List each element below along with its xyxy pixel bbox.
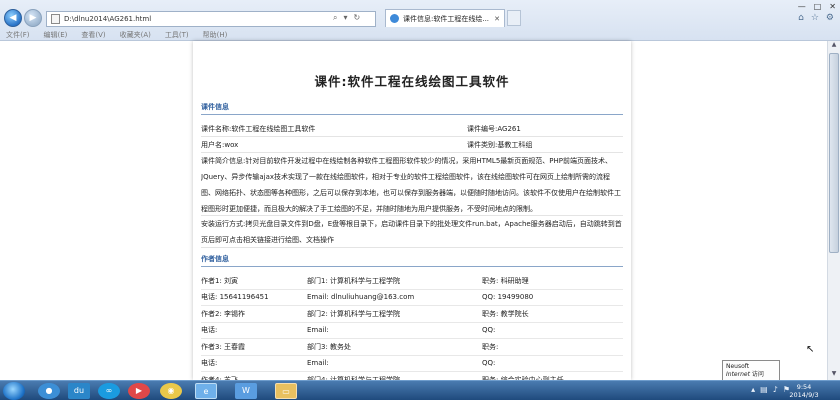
author-email: Email:	[307, 326, 329, 335]
course-category: 课件类别:基教工科组	[467, 140, 533, 149]
menu-help[interactable]: 帮助(H)	[203, 30, 228, 41]
address-bar[interactable]: D:\dlnu2014\AG261.html	[46, 11, 376, 27]
author-dept: 部门3: 教务处	[307, 342, 352, 351]
close-window-button[interactable]: ✕	[829, 2, 836, 11]
tray-tooltip: Neusoft Internet 访问	[722, 360, 780, 381]
vertical-scrollbar[interactable]: ▲ ▼	[827, 41, 840, 380]
scroll-down-icon[interactable]: ▼	[828, 370, 840, 380]
word-icon[interactable]: W	[235, 383, 257, 399]
tab-close-icon[interactable]: ✕	[494, 15, 500, 23]
toolbar-icons: ⌂ ☆ ⚙	[798, 13, 834, 23]
tools-gear-icon[interactable]: ⚙	[826, 13, 834, 23]
favorites-star-icon[interactable]: ☆	[811, 13, 819, 23]
course-intro: 课件简介信息:针对目前软件开发过程中在线绘制各种软件工程图形软件较少的情况，采用…	[201, 153, 623, 216]
install-method: 安装运行方式:拷贝光盘目录文件到D盘，E盘等根目录下，启动课件目录下的批处理文件…	[201, 216, 623, 248]
info-row: 用户名:wox 课件类别:基教工科组	[201, 137, 623, 153]
author-email: Email: dlnuliuhuang@163.com	[307, 293, 415, 302]
author-name: 作者3: 王春霞	[201, 342, 246, 351]
page-title: 课件:软件工程在线绘图工具软件	[314, 74, 510, 89]
system-clock[interactable]: 9:54 2014/9/3	[780, 383, 828, 399]
menu-edit[interactable]: 编辑(E)	[44, 30, 68, 41]
author-row: 作者2: 李锡祚 部门2: 计算机科学与工程学院 职务: 教学院长	[201, 306, 623, 323]
refresh-icon[interactable]: ↻	[354, 13, 361, 23]
forward-button[interactable]: ▶	[24, 9, 42, 27]
course-code: 课件编号:AG261	[467, 124, 521, 133]
network-icon[interactable]: ∞	[98, 383, 120, 399]
address-tools: ⌕ ▾ ↻	[333, 13, 360, 23]
author-qq: QQ:	[482, 326, 496, 335]
start-button[interactable]	[3, 382, 25, 400]
author-row: 作者1: 刘寅 部门1: 计算机科学与工程学院 职务: 科研助理	[201, 273, 623, 290]
browser-chrome: ◀ ▶ D:\dlnu2014\AG261.html ⌕ ▾ ↻ 课件信息:软件…	[0, 0, 840, 41]
volume-icon[interactable]: ♪	[773, 385, 778, 394]
internet-explorer-icon[interactable]: e	[195, 383, 217, 399]
author-contact-row: 电话: 15641196451 Email: dlnuliuhuang@163.…	[201, 290, 623, 306]
menu-bar: 文件(F) 编辑(E) 查看(V) 收藏夹(A) 工具(T) 帮助(H)	[0, 30, 227, 41]
author-qq: QQ: 19499080	[482, 293, 534, 302]
menu-tools[interactable]: 工具(T)	[165, 30, 189, 41]
author-phone: 电话: 15641196451	[201, 293, 269, 302]
address-url: D:\dlnu2014\AG261.html	[64, 15, 152, 23]
folder-icon[interactable]: ▭	[275, 383, 297, 399]
author-title: 职务: 科研助理	[482, 276, 529, 285]
author-row: 作者3: 王春霞 部门3: 教务处 职务:	[201, 339, 623, 356]
page-icon	[51, 14, 60, 24]
maximize-button[interactable]: □	[814, 2, 822, 11]
new-tab-button[interactable]	[507, 10, 521, 26]
clock-time: 9:54	[796, 383, 812, 391]
tab-title: 课件信息:软件工程在线绘...	[403, 14, 490, 23]
course-info-heading: 课件信息	[201, 103, 229, 111]
tooltip-title: Neusoft	[726, 363, 750, 370]
chrome-icon[interactable]: ◉	[160, 383, 182, 399]
tray-arrow-icon[interactable]: ▴	[751, 385, 755, 394]
course-user: 用户名:wox	[201, 140, 239, 149]
author-contact-row: 电话: Email: QQ:	[201, 323, 623, 339]
search-icon[interactable]: ⌕	[333, 13, 337, 23]
minimize-button[interactable]: —	[798, 2, 806, 11]
author-title: 职务: 教学院长	[482, 309, 529, 318]
scrollbar-thumb[interactable]	[829, 53, 839, 253]
author-dept: 部门2: 计算机科学与工程学院	[307, 309, 401, 318]
menu-view[interactable]: 查看(V)	[81, 30, 105, 41]
baidu-icon[interactable]: du	[68, 383, 90, 399]
menu-favorites[interactable]: 收藏夹(A)	[120, 30, 151, 41]
author-contact-row: 电话: Email: QQ:	[201, 356, 623, 372]
author-qq: QQ:	[482, 359, 496, 368]
tooltip-status: Internet 访问	[726, 371, 764, 378]
author-email: Email:	[307, 359, 329, 368]
user-icon[interactable]: ●	[38, 383, 60, 399]
author-phone: 电话:	[201, 326, 218, 335]
clock-date: 2014/9/3	[789, 391, 819, 399]
author-phone: 电话:	[201, 359, 218, 368]
section-divider	[201, 114, 623, 115]
network-status-icon[interactable]: ▤	[760, 385, 768, 394]
page-viewport: 课件:软件工程在线绘图工具软件 课件信息 课件名称:软件工程在线绘图工具软件 课…	[0, 41, 840, 389]
mouse-cursor-icon: ↖	[806, 344, 815, 355]
info-row: 课件名称:软件工程在线绘图工具软件 课件编号:AG261	[201, 121, 623, 137]
author-info-heading: 作者信息	[201, 255, 229, 263]
window-controls: — □ ✕	[798, 2, 836, 11]
section-divider	[201, 266, 623, 267]
browser-tab[interactable]: 课件信息:软件工程在线绘... ✕	[385, 9, 505, 27]
scroll-up-icon[interactable]: ▲	[828, 41, 840, 51]
dropdown-icon[interactable]: ▾	[343, 13, 347, 23]
author-title: 职务:	[482, 342, 499, 351]
author-dept: 部门1: 计算机科学与工程学院	[307, 276, 401, 285]
author-name: 作者2: 李锡祚	[201, 309, 246, 318]
course-page: 课件:软件工程在线绘图工具软件 课件信息 课件名称:软件工程在线绘图工具软件 课…	[193, 41, 631, 389]
taskbar: ● du ∞ ▶ ◉ e W ▭ ▴ ▤ ♪ ⚑ 9:54 2014/9/3	[0, 380, 840, 400]
author-name: 作者1: 刘寅	[201, 276, 239, 285]
media-player-icon[interactable]: ▶	[128, 383, 150, 399]
back-button[interactable]: ◀	[4, 9, 22, 27]
home-icon[interactable]: ⌂	[798, 13, 804, 23]
menu-file[interactable]: 文件(F)	[6, 30, 30, 41]
ie-favicon-icon	[390, 14, 399, 23]
course-name: 课件名称:软件工程在线绘图工具软件	[201, 124, 316, 133]
